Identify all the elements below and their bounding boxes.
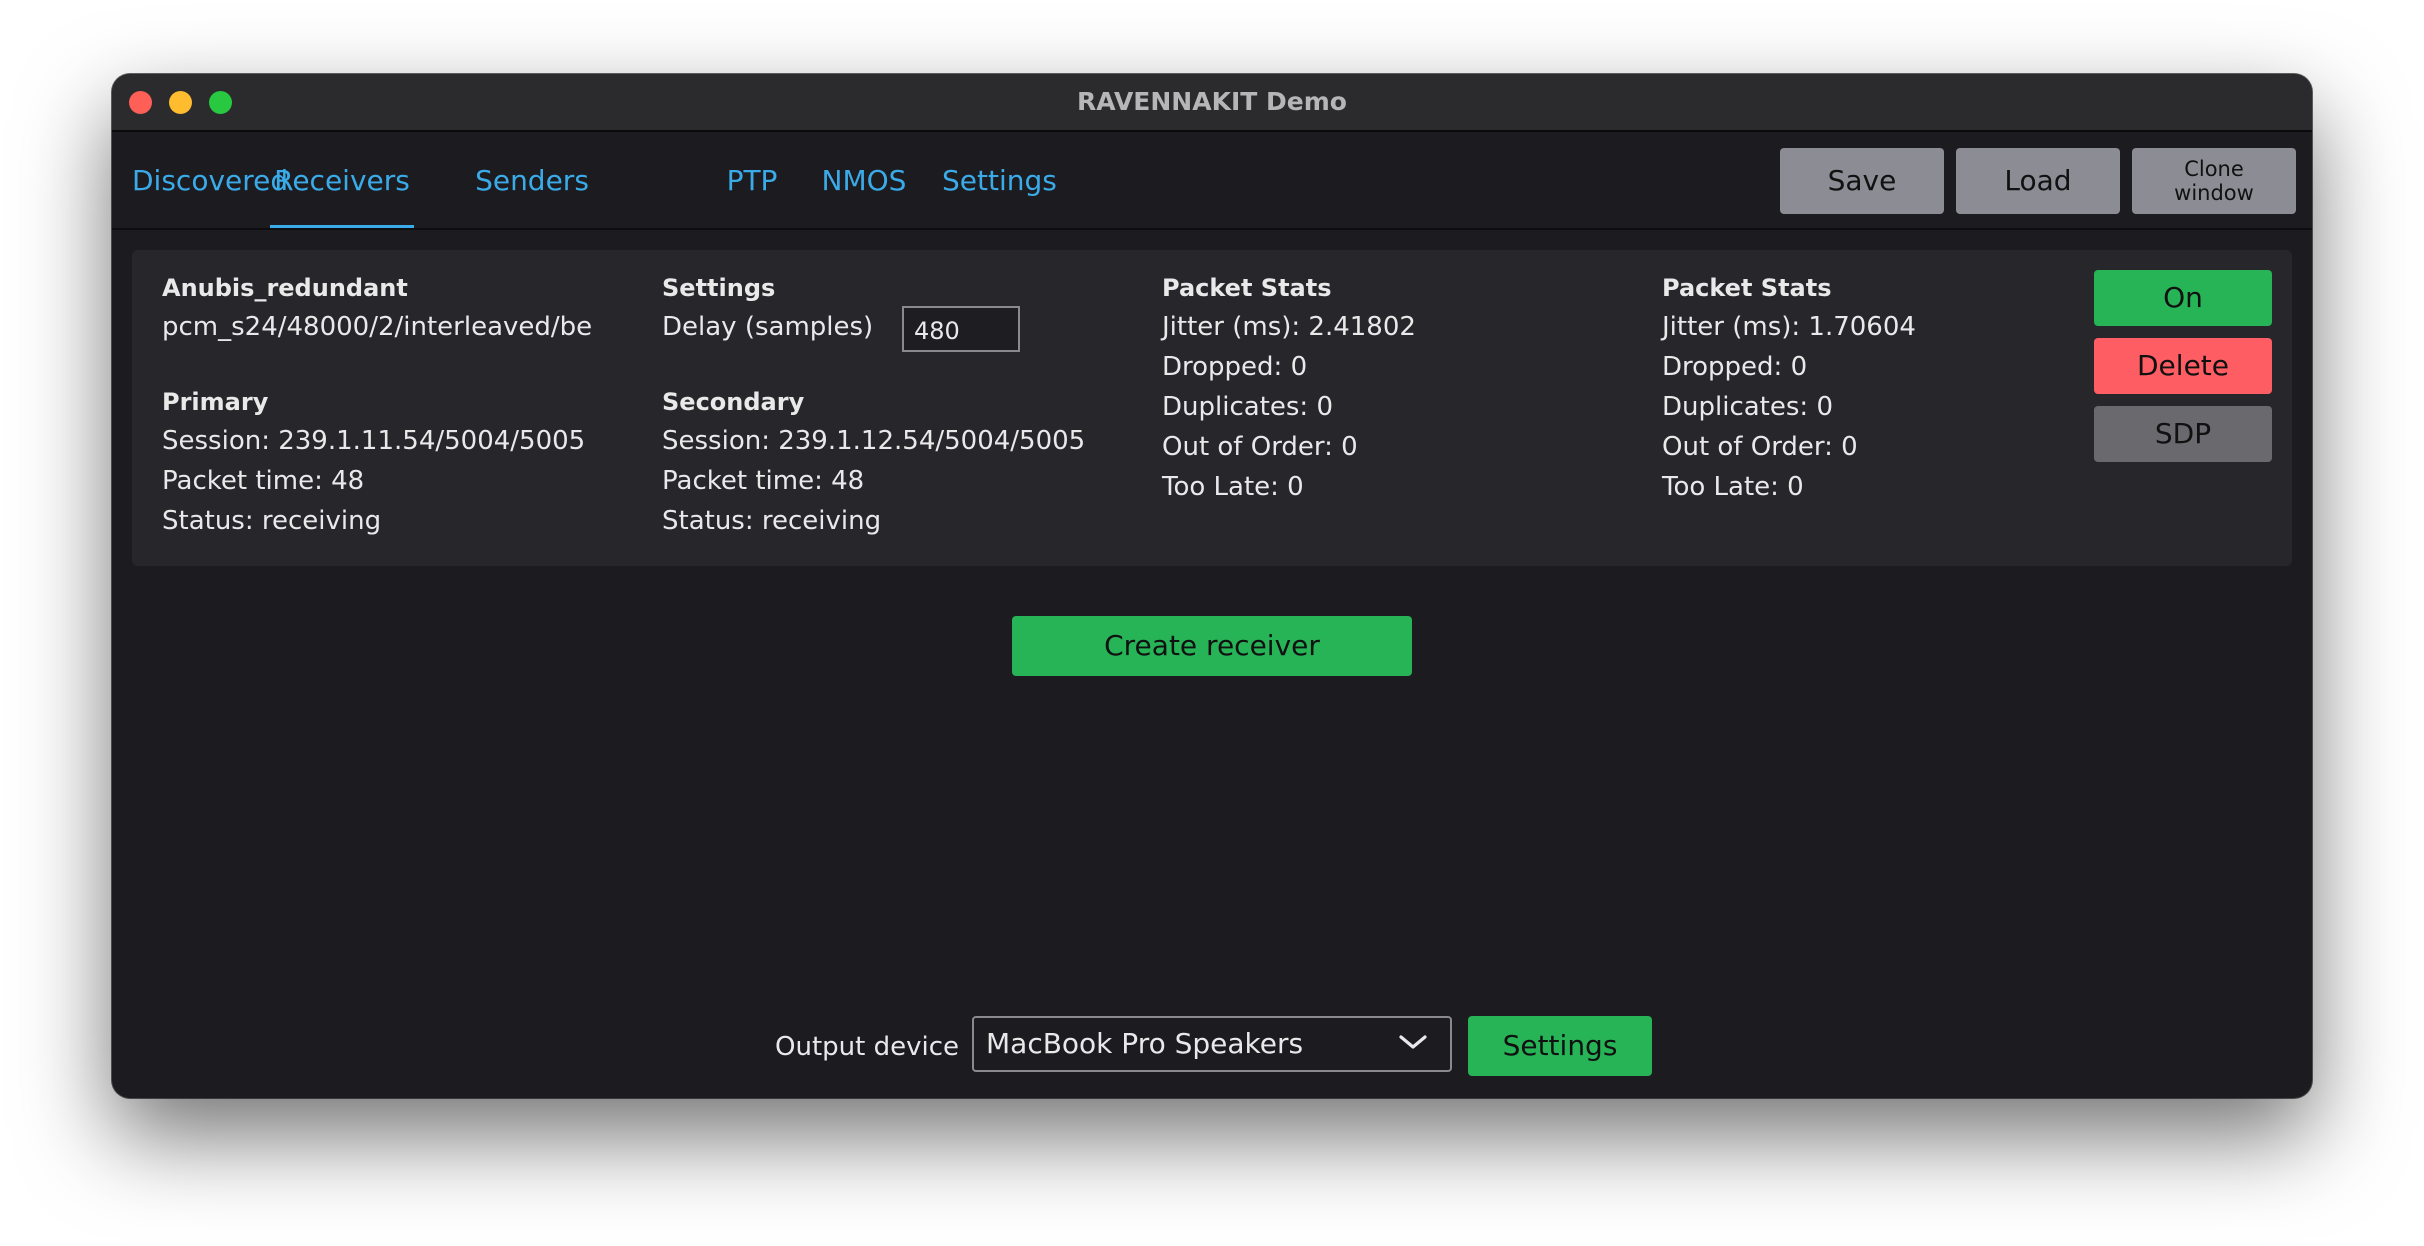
secondary-dropped: Dropped: 0 — [1662, 352, 1808, 382]
tab-bar: Discovered Receivers Senders PTP NMOS Se… — [112, 132, 2312, 230]
output-device-value: MacBook Pro Speakers — [986, 1027, 1304, 1060]
receiver-panel: Anubis_redundant pcm_s24/48000/2/interle… — [132, 250, 2292, 566]
chevron-down-icon — [1399, 1035, 1427, 1049]
window-title: RAVENNAKIT Demo — [1077, 87, 1347, 116]
secondary-session: Session: 239.1.12.54/5004/5005 — [662, 426, 1086, 456]
secondary-jitter: Jitter (ms): 1.70604 — [1662, 312, 1916, 342]
clone-window-label-line2: window — [2174, 181, 2254, 205]
primary-out-of-order: Out of Order: 0 — [1162, 432, 1358, 462]
primary-dropped: Dropped: 0 — [1162, 352, 1308, 382]
clone-window-label-line1: Clone — [2184, 157, 2244, 181]
secondary-status: Status: receiving — [662, 506, 882, 536]
create-receiver-button[interactable]: Create receiver — [1012, 616, 1412, 676]
primary-stats-heading: Packet Stats — [1162, 274, 1332, 302]
tab-senders[interactable]: Senders — [472, 132, 592, 228]
secondary-too-late: Too Late: 0 — [1662, 472, 1804, 502]
primary-session: Session: 239.1.11.54/5004/5005 — [162, 426, 586, 456]
title-bar[interactable]: RAVENNAKIT Demo — [112, 74, 2312, 132]
output-device-label: Output device — [775, 1032, 959, 1062]
primary-duplicates: Duplicates: 0 — [1162, 392, 1333, 422]
settings-heading: Settings — [662, 274, 776, 302]
secondary-duplicates: Duplicates: 0 — [1662, 392, 1833, 422]
tab-nmos[interactable]: NMOS — [814, 132, 914, 228]
app-window: RAVENNAKIT Demo Discovered Receivers Sen… — [112, 74, 2312, 1098]
output-device-select[interactable]: MacBook Pro Speakers — [972, 1016, 1452, 1072]
primary-heading: Primary — [162, 388, 269, 416]
sdp-button[interactable]: SDP — [2094, 406, 2272, 462]
delay-label: Delay (samples) — [662, 312, 874, 342]
secondary-stats-heading: Packet Stats — [1662, 274, 1832, 302]
clone-window-button[interactable]: Clone window — [2132, 148, 2296, 214]
load-button[interactable]: Load — [1956, 148, 2120, 214]
primary-too-late: Too Late: 0 — [1162, 472, 1304, 502]
delay-input[interactable]: 480 — [902, 306, 1020, 352]
tab-ptp[interactable]: PTP — [702, 132, 802, 228]
save-button[interactable]: Save — [1780, 148, 1944, 214]
output-settings-button[interactable]: Settings — [1468, 1016, 1652, 1076]
on-button[interactable]: On — [2094, 270, 2272, 326]
tab-discovered[interactable]: Discovered — [132, 132, 288, 228]
receiver-format: pcm_s24/48000/2/interleaved/be — [162, 312, 593, 342]
secondary-out-of-order: Out of Order: 0 — [1662, 432, 1858, 462]
primary-packet-time: Packet time: 48 — [162, 466, 365, 496]
primary-status: Status: receiving — [162, 506, 382, 536]
delete-button[interactable]: Delete — [2094, 338, 2272, 394]
tab-settings[interactable]: Settings — [942, 132, 1057, 228]
tab-receivers[interactable]: Receivers — [270, 132, 414, 228]
secondary-heading: Secondary — [662, 388, 805, 416]
receiver-name: Anubis_redundant — [162, 274, 408, 302]
secondary-packet-time: Packet time: 48 — [662, 466, 865, 496]
primary-jitter: Jitter (ms): 2.41802 — [1162, 312, 1416, 342]
